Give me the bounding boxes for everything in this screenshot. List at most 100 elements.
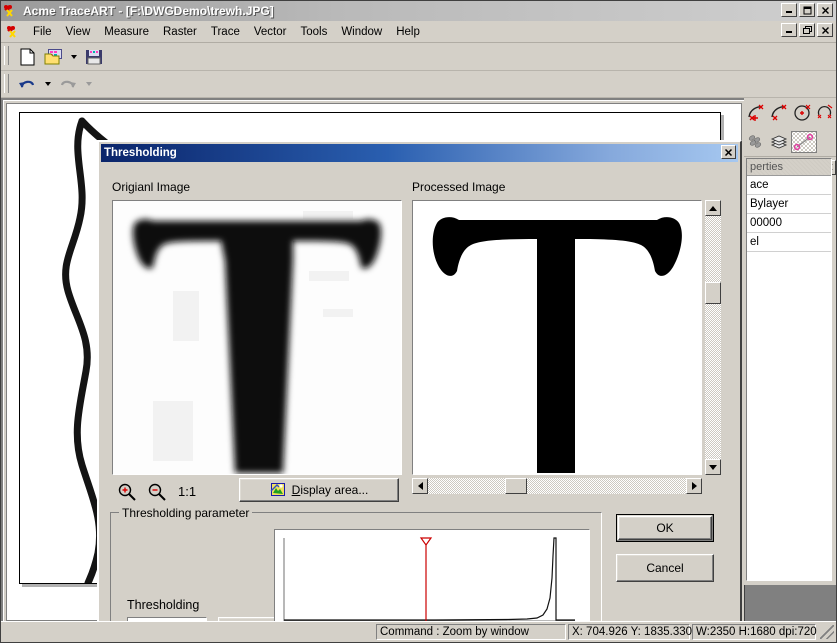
circle-center-tool[interactable] [790,101,813,124]
open-folder-button[interactable] [41,45,65,68]
zoom-out-button[interactable] [145,480,169,504]
status-coordinates: X: 704.926 Y: 1835.330 [568,624,692,640]
scroll-down-button[interactable] [705,459,721,475]
scroll-up-button[interactable] [705,200,721,216]
zoom-in-button[interactable] [115,480,139,504]
menu-item-help[interactable]: Help [389,24,427,40]
menu-item-file[interactable]: File [26,24,59,40]
arrow-up-icon [709,205,717,211]
menu-item-tools[interactable]: Tools [293,24,334,40]
menu-item-trace[interactable]: Trace [204,24,247,40]
original-image-preview[interactable] [112,200,402,475]
toolbar-standard [1,43,836,71]
dialog-title-bar[interactable]: Thresholding [101,144,738,162]
acme-logo-icon [6,24,22,40]
close-button[interactable] [817,3,833,17]
toolbar-undo-group [12,71,98,97]
toolbar-edit [1,71,836,98]
scroll-left-button[interactable] [412,478,428,494]
toolbar-file-group [12,43,109,70]
dialog-close-button[interactable] [721,145,736,159]
redo-dropdown[interactable] [82,72,95,96]
curve-delete-point-tool[interactable] [767,101,790,124]
histogram-panel[interactable] [274,529,590,621]
window-title: Acme TraceART - [F:\DWGDemo\trewh.JPG] [23,4,274,18]
arrow-down-icon [709,464,717,470]
maximize-button[interactable] [799,3,815,17]
line-segment-preview[interactable] [790,130,818,153]
raster-select-tool[interactable] [744,130,767,153]
status-dimensions: W:2350 H:1680 dpi:720 [692,624,817,640]
properties-list[interactable]: perties ace Bylayer 00000 el [746,158,832,581]
menu-item-view[interactable]: View [59,24,98,40]
ok-button[interactable]: OK [616,514,714,542]
arc-edit-tool[interactable] [813,101,836,124]
vector-edit-toolbar [744,98,836,157]
list-item[interactable]: Bylayer [747,195,831,214]
cancel-button[interactable]: Cancel [616,554,714,582]
thresholding-field-label: Thresholding [127,598,200,612]
curve-add-point-tool[interactable] [744,101,767,124]
application-window: Acme TraceART - [F:\DWGDemo\trewh.JPG] F… [0,0,837,643]
open-file-dropdown[interactable] [67,45,80,68]
cancel-button-label: Cancel [646,561,684,575]
menu-item-measure[interactable]: Measure [97,24,156,40]
toolbar-gripper[interactable] [4,46,9,65]
status-command: Command : Zoom by window [376,624,566,640]
processed-image-hscrollbar[interactable] [412,478,702,494]
workspace: perties ace Bylayer 00000 el Thresholdin… [1,98,836,621]
thresholding-input[interactable]: 145 [127,617,207,621]
processed-image-vscrollbar[interactable] [705,200,721,475]
list-item[interactable]: ace [747,176,831,195]
scroll-right-button[interactable] [686,478,702,494]
display-area-accel: D [291,483,301,497]
redo-button[interactable] [56,72,80,96]
list-item[interactable]: el [747,233,831,252]
display-area-rest: isplay area... [300,483,369,497]
status-bar: Command : Zoom by window X: 704.926 Y: 1… [1,621,836,642]
zoom-ratio-label: 1:1 [178,484,197,499]
list-item[interactable]: 00000 [747,214,831,233]
title-bar: Acme TraceART - [F:\DWGDemo\trewh.JPG] [1,1,836,21]
menu-item-raster[interactable]: Raster [156,24,204,40]
minimize-button[interactable] [781,3,797,17]
processed-image-label: Processed Image [412,180,506,194]
menu-item-vector[interactable]: Vector [247,24,294,40]
window-controls [781,3,833,17]
acme-logo-icon [3,3,19,19]
undo-dropdown[interactable] [41,72,54,96]
arrow-right-icon [691,482,697,490]
thresholding-dialog[interactable]: Thresholding Origianl Image Processed Im… [97,140,742,621]
vector-tool-row-1 [744,98,836,127]
hscroll-thumb[interactable] [505,478,527,494]
mdi-restore-button[interactable] [799,23,815,37]
menu-bar: File View Measure Raster Trace Vector To… [1,21,836,43]
layers-tool[interactable] [767,130,790,153]
zoom-out-icon [148,483,166,501]
ok-button-label: OK [656,521,674,535]
arrow-left-icon [417,482,423,490]
chevron-down-icon [70,54,77,59]
chevron-down-icon [85,82,92,86]
new-file-button[interactable] [15,45,39,68]
zoom-in-icon [118,483,136,501]
mdi-close-button[interactable] [817,23,833,37]
vscroll-thumb[interactable] [705,282,721,304]
display-area-icon [270,483,285,496]
processed-image-preview[interactable] [412,200,702,475]
group-title: Thresholding parameter [119,506,253,520]
mdi-minimize-button[interactable] [781,23,797,37]
properties-list-header: perties [747,159,831,176]
thresholding-parameter-group: Thresholding parameter Thresholding 145 … [110,506,602,621]
toolbar-gripper-2[interactable] [4,74,9,93]
properties-panel: perties ace Bylayer 00000 el [744,98,836,585]
histogram-chart [275,530,589,621]
dialog-title: Thresholding [104,147,177,159]
undo-button[interactable] [15,72,39,96]
mdi-window-controls [781,23,833,37]
menu-item-window[interactable]: Window [334,24,389,40]
save-file-button[interactable] [82,45,106,68]
auto-threshold-button[interactable]: Auto [218,617,280,621]
resize-grip-icon[interactable] [820,625,834,639]
display-area-button[interactable]: Display area... [239,478,399,502]
